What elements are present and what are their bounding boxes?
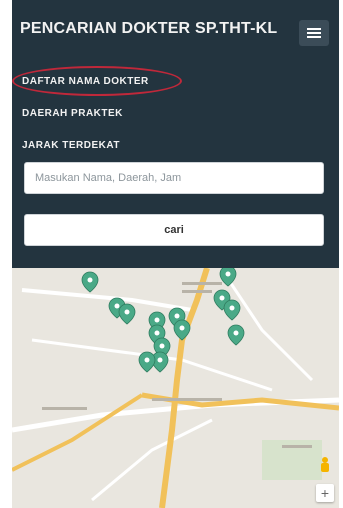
map-label xyxy=(152,398,222,401)
map-marker-dot xyxy=(159,343,165,349)
map-label xyxy=(182,290,212,293)
map-marker-dot xyxy=(154,317,160,323)
map-marker-dot xyxy=(174,313,180,319)
menu-item-daftar-nama-dokter[interactable]: DAFTAR NAMA DOKTER xyxy=(22,76,149,87)
map-marker-dot xyxy=(179,325,185,331)
phone-screen: + PENCARIAN DOKTER SP.THT-KL DAFTAR NAMA… xyxy=(12,0,339,508)
navbar: PENCARIAN DOKTER SP.THT-KL xyxy=(12,0,339,56)
map-marker-dot xyxy=(124,309,130,315)
menu-item-jarak-terdekat[interactable]: JARAK TERDEKAT xyxy=(22,140,120,151)
pegman-icon[interactable] xyxy=(318,456,332,476)
map-marker-dot xyxy=(114,303,120,309)
map-marker-dot xyxy=(233,330,239,336)
map-marker-dot xyxy=(229,305,235,311)
hamburger-icon[interactable] xyxy=(299,20,329,46)
map-marker-dot xyxy=(157,357,163,363)
search-button[interactable]: cari xyxy=(24,214,324,246)
brand-title[interactable]: PENCARIAN DOKTER SP.THT-KL xyxy=(20,20,277,38)
map-marker-dot xyxy=(225,271,231,277)
menu-item-daerah-praktek[interactable]: DAERAH PRAKTEK xyxy=(22,108,123,119)
collapsed-menu: DAFTAR NAMA DOKTER DAERAH PRAKTEK JARAK … xyxy=(12,56,339,268)
map-marker-dot xyxy=(154,330,160,336)
zoom-in-button[interactable]: + xyxy=(316,484,334,502)
map-label xyxy=(182,282,222,285)
map-label xyxy=(282,445,312,448)
map-marker-dot xyxy=(219,295,225,301)
search-input[interactable] xyxy=(24,162,324,194)
map-label xyxy=(42,407,87,410)
map-marker-dot xyxy=(87,277,93,283)
map-marker-dot xyxy=(144,357,150,363)
